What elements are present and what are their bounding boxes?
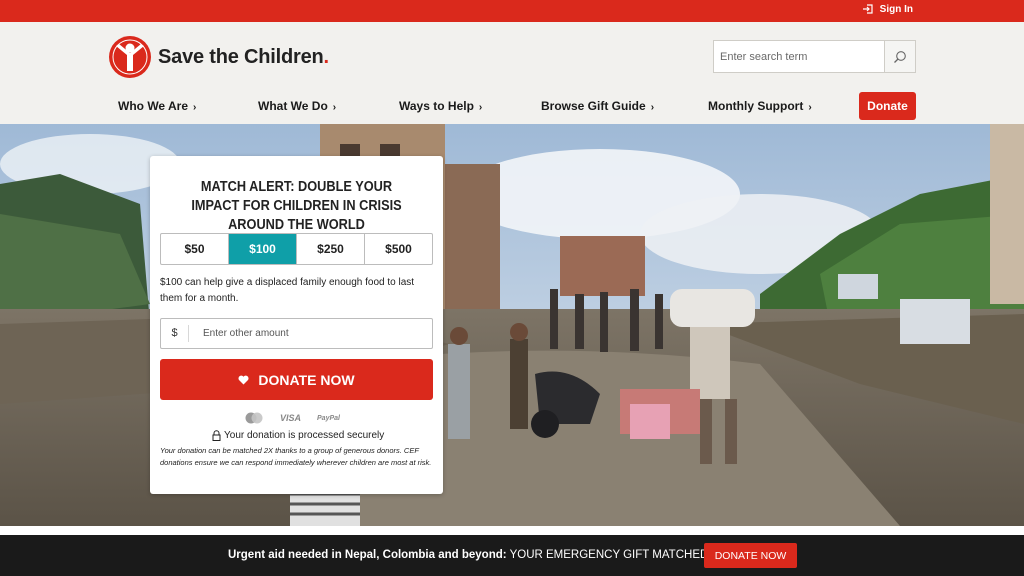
child-logo-icon <box>109 36 151 78</box>
divider-strip <box>0 526 1024 535</box>
donation-card-title: MATCH ALERT: DOUBLE YOUR IMPACT FOR CHIL… <box>191 179 402 233</box>
nav-monthly-support[interactable]: Monthly Support › <box>708 99 812 113</box>
nav-who-we-are[interactable]: Who We Are › <box>118 99 196 113</box>
secure-text: Your donation is processed securely <box>224 430 385 441</box>
chevron-right-icon: › <box>332 102 337 113</box>
amount-selector: $50 $100 $250 $500 <box>160 233 433 265</box>
nav-ways-to-help[interactable]: Ways to Help › <box>399 99 482 113</box>
bottom-banner-text: Urgent aid needed in Nepal, Colombia and… <box>228 549 726 561</box>
other-amount-field: $ <box>160 318 433 349</box>
amount-description: $100 can help give a displaced family en… <box>160 277 415 304</box>
visa-logo: VISA <box>280 413 302 423</box>
logo[interactable]: Save the Children. <box>108 35 329 79</box>
logo-text: Save the Children. <box>158 45 329 68</box>
paypal-logo: PayPal <box>317 414 340 422</box>
sign-in-icon <box>862 4 873 14</box>
search-box <box>713 40 916 73</box>
amount-option-50[interactable]: $50 <box>161 234 229 264</box>
sign-in-label: Sign In <box>879 3 913 15</box>
chevron-right-icon: › <box>650 102 655 113</box>
lock-icon <box>212 430 221 441</box>
main-nav: Who We Are › What We Do › Ways to Help › Br… <box>0 92 1024 120</box>
chevron-right-icon: › <box>193 102 197 113</box>
amount-option-250[interactable]: $250 <box>297 234 365 264</box>
bottom-donate-now-button[interactable]: DONATE NOW <box>704 543 797 568</box>
header-donate-button[interactable]: Donate <box>859 92 916 120</box>
donate-now-label: DONATE NOW <box>258 371 355 388</box>
heart-icon <box>238 375 249 384</box>
amount-option-100[interactable]: $100 <box>229 234 297 264</box>
match-fine-print: Your donation can be matched 2X thanks t… <box>160 446 432 467</box>
chevron-right-icon: › <box>808 102 812 113</box>
nav-browse-gift-guide[interactable]: Browse Gift Guide › <box>541 99 654 113</box>
mastercard-icon <box>245 412 263 424</box>
search-input[interactable] <box>714 41 884 72</box>
sign-in-link[interactable]: Sign In <box>862 3 913 15</box>
bottom-banner: Urgent aid needed in Nepal, Colombia and… <box>0 535 1024 576</box>
site-header: Save the Children. Who We Are› What We D… <box>0 22 1024 124</box>
other-amount-input[interactable] <box>189 328 432 339</box>
secure-notice: Your donation is processed securely <box>212 430 384 441</box>
payment-methods: VISA PayPal <box>244 412 340 424</box>
search-icon <box>894 50 906 63</box>
currency-symbol: $ <box>161 325 189 342</box>
donate-now-button[interactable]: DONATE NOW <box>160 359 433 400</box>
top-bar: Sign In <box>0 0 1024 22</box>
search-button[interactable] <box>884 41 915 72</box>
nav-what-we-do[interactable]: What We Do › <box>258 99 336 113</box>
chevron-right-icon: › <box>478 102 483 113</box>
amount-option-500[interactable]: $500 <box>365 234 432 264</box>
donation-card: MATCH ALERT: DOUBLE YOUR IMPACT FOR CHIL… <box>150 156 443 494</box>
